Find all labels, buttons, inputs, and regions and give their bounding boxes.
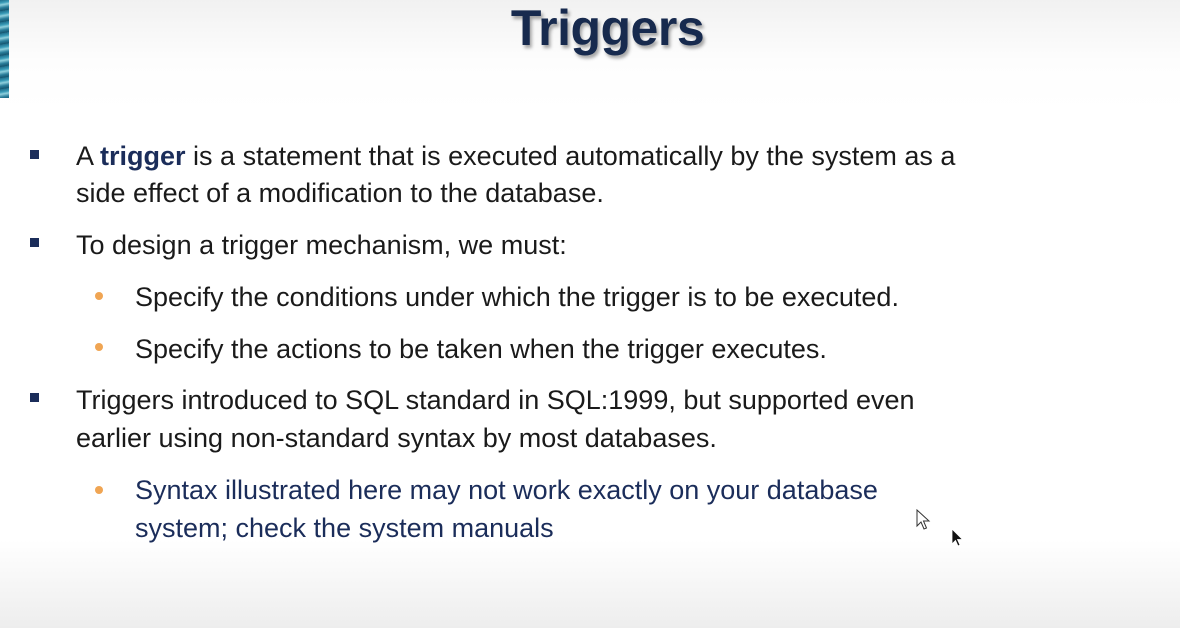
bullet-list: A trigger is a statement that is execute… bbox=[0, 0, 1180, 628]
pointer-outline-icon bbox=[916, 509, 931, 530]
bullet-dot-marker bbox=[95, 292, 103, 300]
bullet-square-marker bbox=[30, 238, 39, 247]
bullet-3-line-2: earlier using non-standard syntax by mos… bbox=[76, 423, 717, 453]
bullet-2-line-1: To design a trigger mechanism, we must: bbox=[76, 230, 567, 260]
pointer-filled-icon bbox=[951, 528, 964, 547]
bullet-2-sub-2: Specify the actions to be taken when the… bbox=[135, 334, 827, 364]
bullet-square-marker bbox=[30, 150, 39, 159]
bullet-1-prefix: A bbox=[76, 141, 101, 171]
bullet-2-sub-1: Specify the conditions under which the t… bbox=[135, 282, 899, 312]
bullet-1-line-1: A trigger is a statement that is execute… bbox=[76, 138, 955, 175]
bullet-1-term: trigger bbox=[100, 141, 186, 171]
bullet-dot-marker bbox=[95, 343, 103, 351]
bullet-1-line-2: side effect of a modification to the dat… bbox=[76, 178, 604, 208]
slide: Triggers A trigger is a statement that i… bbox=[0, 0, 1180, 628]
bullet-3-line-1: Triggers introduced to SQL standard in S… bbox=[76, 385, 915, 415]
bullet-dot-marker bbox=[95, 486, 103, 494]
bullet-3-sub-1-line-1: Syntax illustrated here may not work exa… bbox=[135, 475, 878, 505]
bullet-square-marker bbox=[30, 393, 39, 402]
bullet-1-rest: is a statement that is executed automati… bbox=[185, 141, 956, 171]
bullet-3-sub-1-line-2: system; check the system manuals bbox=[135, 513, 554, 543]
